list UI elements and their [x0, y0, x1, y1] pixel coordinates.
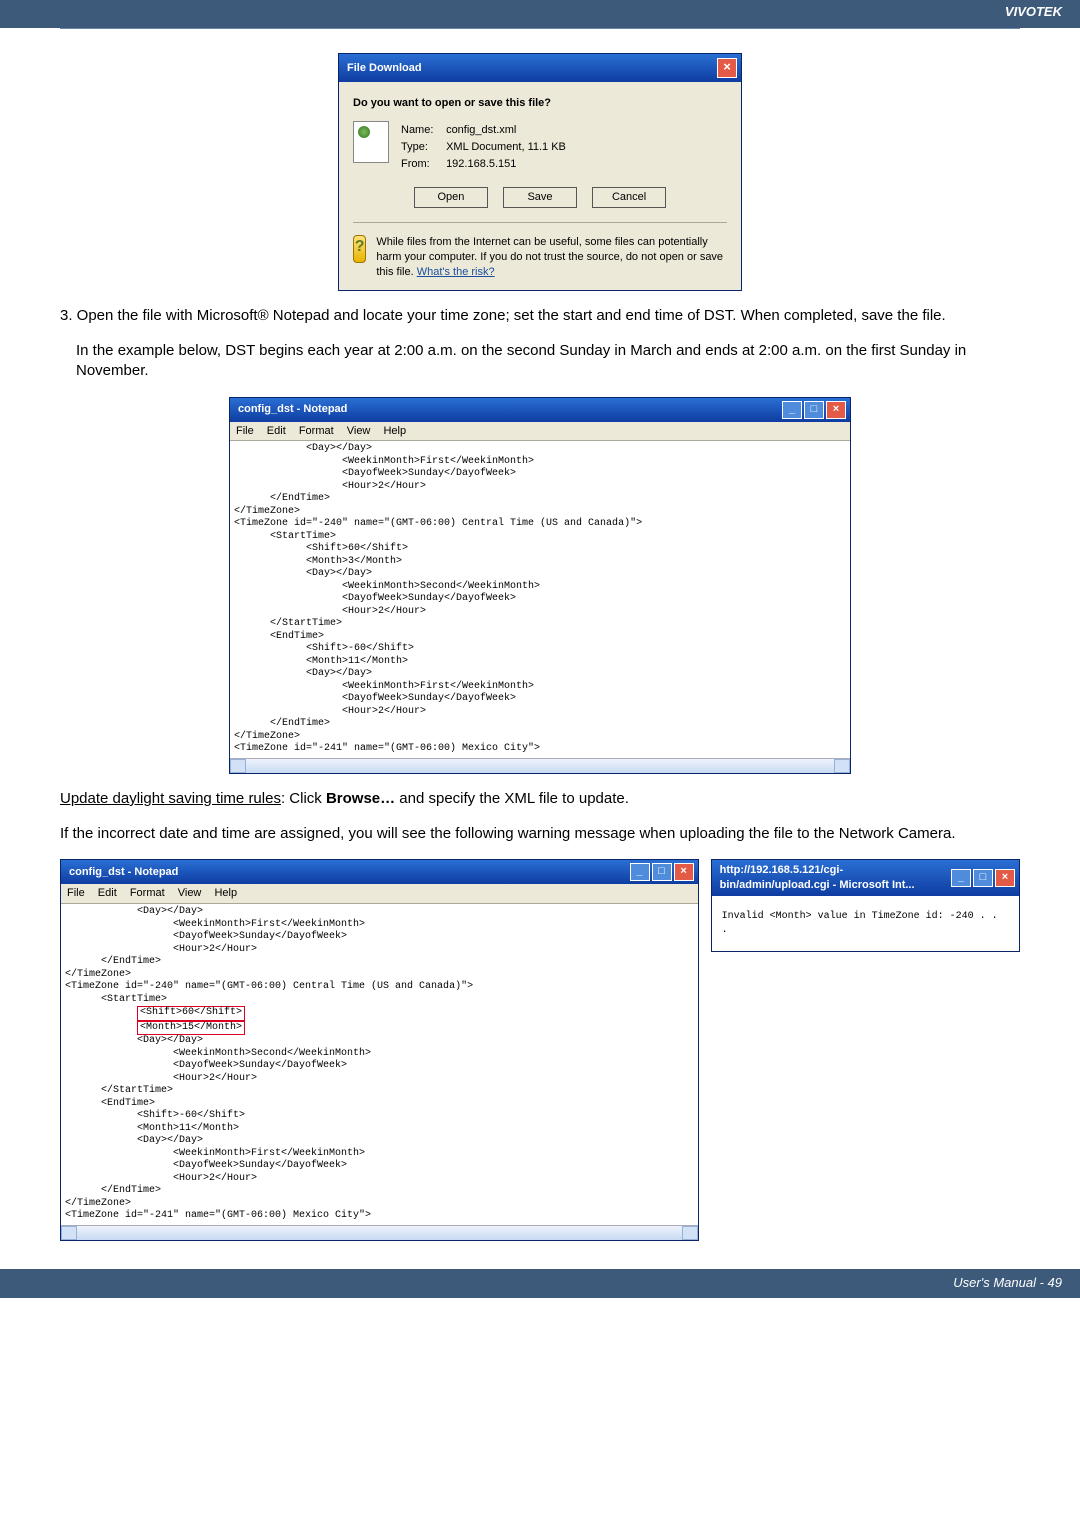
close-icon[interactable]: ×: [717, 58, 737, 78]
dialog-title: File Download: [347, 61, 717, 76]
open-button[interactable]: Open: [414, 187, 488, 208]
menu-file[interactable]: File: [236, 425, 254, 437]
step-3: 3. Open the file with Microsoft® Notepad…: [60, 306, 1020, 326]
notepad-title: config_dst - Notepad: [69, 865, 630, 880]
close-icon[interactable]: ×: [995, 869, 1015, 887]
menu-help[interactable]: Help: [383, 425, 406, 437]
dialog-question: Do you want to open or save this file?: [353, 96, 727, 111]
menu-edit[interactable]: Edit: [98, 887, 117, 899]
cancel-button[interactable]: Cancel: [592, 187, 666, 208]
close-icon[interactable]: ×: [826, 401, 846, 419]
horizontal-scrollbar[interactable]: [61, 1225, 698, 1240]
from-label: From:: [401, 157, 443, 172]
brand-label: VIVOTEK: [1005, 4, 1062, 19]
name-label: Name:: [401, 123, 443, 138]
file-icon: [353, 121, 389, 163]
page-header: VIVOTEK: [0, 0, 1080, 28]
dialog-titlebar: File Download ×: [339, 54, 741, 82]
minimize-icon[interactable]: _: [782, 401, 802, 419]
browser-error-window: http://192.168.5.121/cgi-bin/admin/uploa…: [711, 859, 1020, 952]
update-rules-paragraph: Update daylight saving time rules: Click…: [60, 789, 1020, 809]
type-label: Type:: [401, 140, 443, 155]
menu-view[interactable]: View: [347, 425, 371, 437]
notepad-body-2[interactable]: <Day></Day> <WeekinMonth>First</WeekinMo…: [61, 904, 698, 1225]
menu-format[interactable]: Format: [130, 887, 165, 899]
update-rules-label: Update daylight saving time rules: [60, 790, 281, 807]
name-value: config_dst.xml: [446, 124, 516, 136]
browser-title: http://192.168.5.121/cgi-bin/admin/uploa…: [720, 863, 951, 893]
type-value: XML Document, 11.1 KB: [446, 141, 566, 153]
horizontal-scrollbar[interactable]: [230, 758, 850, 773]
menu-format[interactable]: Format: [299, 425, 334, 437]
notepad-window-1: config_dst - Notepad _ □ × File Edit For…: [229, 397, 851, 774]
menu-view[interactable]: View: [178, 887, 202, 899]
page-content: File Download × Do you want to open or s…: [0, 41, 1080, 1251]
error-shift: <Shift>60</Shift>: [137, 1006, 245, 1021]
menu-help[interactable]: Help: [214, 887, 237, 899]
error-month: <Month>15</Month>: [137, 1021, 245, 1036]
dialog-warning: While files from the Internet can be use…: [376, 235, 727, 280]
minimize-icon[interactable]: _: [951, 869, 971, 887]
notepad-title: config_dst - Notepad: [238, 402, 782, 417]
from-value: 192.168.5.151: [446, 158, 516, 170]
close-icon[interactable]: ×: [674, 863, 694, 881]
save-button[interactable]: Save: [503, 187, 577, 208]
incorrect-paragraph: If the incorrect date and time are assig…: [60, 824, 1020, 844]
maximize-icon[interactable]: □: [973, 869, 993, 887]
file-download-dialog: File Download × Do you want to open or s…: [338, 53, 742, 291]
example-paragraph: In the example below, DST begins each ye…: [60, 341, 1020, 382]
header-rule: [60, 28, 1020, 29]
menu-edit[interactable]: Edit: [267, 425, 286, 437]
page-footer: User's Manual - 49: [0, 1269, 1080, 1298]
shield-icon: ?: [353, 235, 366, 263]
minimize-icon[interactable]: _: [630, 863, 650, 881]
maximize-icon[interactable]: □: [652, 863, 672, 881]
notepad-menu: File Edit Format View Help: [230, 422, 850, 442]
menu-file[interactable]: File: [67, 887, 85, 899]
notepad-window-2: config_dst - Notepad _ □ × File Edit For…: [60, 859, 699, 1240]
footer-text: User's Manual - 49: [953, 1275, 1062, 1290]
browse-label: Browse…: [326, 790, 395, 807]
whats-the-risk-link[interactable]: What's the risk?: [417, 266, 495, 278]
browser-error-message: Invalid <Month> value in TimeZone id: -2…: [712, 896, 1019, 951]
notepad-body-1[interactable]: <Day></Day> <WeekinMonth>First</WeekinMo…: [230, 441, 850, 758]
maximize-icon[interactable]: □: [804, 401, 824, 419]
